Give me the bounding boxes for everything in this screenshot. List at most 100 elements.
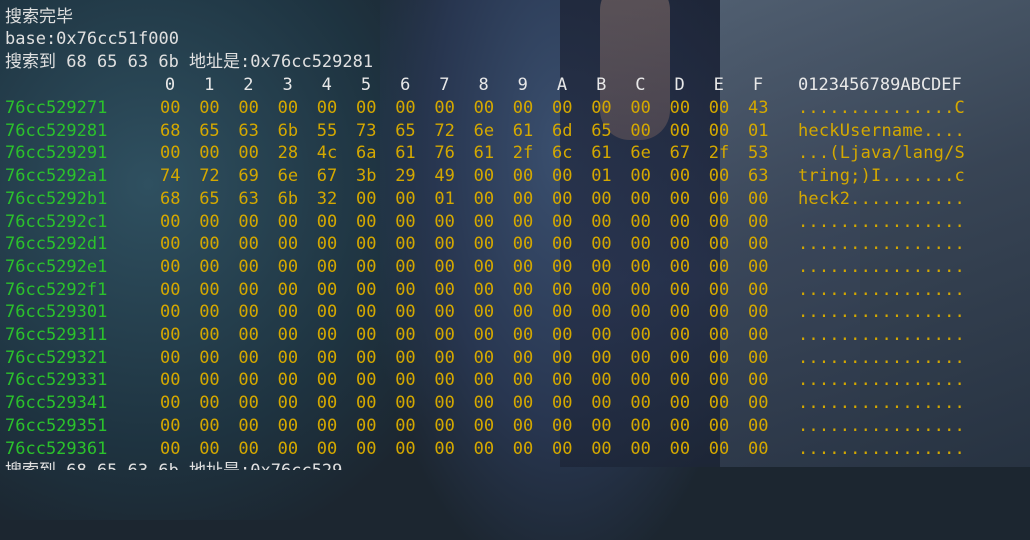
byte-value: 61 xyxy=(591,143,612,164)
byte-value: 00 xyxy=(238,347,259,368)
byte-value: 68 xyxy=(160,120,181,141)
byte-value: 00 xyxy=(277,98,299,118)
byte-value: 61 xyxy=(512,120,534,141)
byte-value: 00 xyxy=(356,279,377,300)
byte-value: 00 xyxy=(669,302,691,323)
hex-row: 76cc5292a1 74 72 69 6e 67 3b 29 49 00 00 00 01 00 00 00… xyxy=(0,165,1030,187)
byte-value: 00 xyxy=(395,438,416,459)
byte-value: 00 xyxy=(238,234,259,255)
byte-value: 00 xyxy=(356,188,377,209)
byte-value: 00 xyxy=(473,98,495,118)
byte-value: 00 xyxy=(552,256,573,277)
row-ascii: ................ xyxy=(798,393,965,414)
byte-value: 00 xyxy=(669,279,691,300)
hex-row: 76cc529301 00 00 00 00 00 00 00 00 00 00 00 00 00 00 00… xyxy=(0,301,1030,323)
byte-value: 00 xyxy=(708,120,730,141)
byte-value: 00 xyxy=(748,325,769,345)
column-header-3: 3 xyxy=(282,75,293,95)
byte-value: 00 xyxy=(591,415,612,436)
byte-value: 00 xyxy=(552,415,573,436)
byte-value: 00 xyxy=(434,438,455,459)
base-address-text: base:0x76cc51f000 xyxy=(5,29,179,49)
row-address: 76cc529331 xyxy=(5,370,108,391)
column-header-5: 5 xyxy=(360,75,372,95)
byte-value: 00 xyxy=(669,415,691,436)
hex-row: 76cc5292b1 68 65 63 6b 32 00 00 01 00 00 00 00 00 00 00… xyxy=(0,188,1030,210)
byte-value: 00 xyxy=(669,211,691,232)
byte-value: 00 xyxy=(356,393,377,414)
row-ascii: ................ xyxy=(798,370,965,391)
column-header-B: B xyxy=(596,75,607,95)
byte-value: 00 xyxy=(434,415,455,436)
byte-value: 00 xyxy=(748,347,769,368)
row-address: 76cc529311 xyxy=(5,325,108,345)
hex-row: 76cc529271 00 00 00 00 00 00 00 00 00 00 00 00 00 00 00… xyxy=(0,97,1030,119)
byte-value: 00 xyxy=(356,302,377,323)
byte-value: 67 xyxy=(316,166,338,187)
byte-value: 00 xyxy=(473,438,495,459)
byte-value: 00 xyxy=(199,347,220,368)
byte-value: 00 xyxy=(473,234,495,255)
column-header-4: 4 xyxy=(321,75,332,95)
byte-value: 49 xyxy=(434,166,455,187)
row-ascii: ................ xyxy=(798,415,965,436)
byte-value: 00 xyxy=(669,256,691,277)
column-header-D: D xyxy=(674,75,685,95)
byte-value: 00 xyxy=(630,325,651,345)
byte-value: 00 xyxy=(316,325,338,345)
byte-value: 00 xyxy=(748,256,769,277)
byte-value: 00 xyxy=(356,234,377,255)
byte-value: 00 xyxy=(512,302,534,323)
byte-value: 00 xyxy=(591,188,612,209)
byte-value: 00 xyxy=(199,302,220,323)
row-address: 76cc5292c1 xyxy=(5,211,108,232)
byte-value: 43 xyxy=(748,98,769,118)
byte-value: 28 xyxy=(277,143,299,164)
row-address: 76cc529301 xyxy=(5,302,108,323)
byte-value: 00 xyxy=(356,370,377,391)
byte-value: 00 xyxy=(434,325,455,345)
byte-value: 00 xyxy=(708,234,730,255)
hex-row: 76cc529331 00 00 00 00 00 00 00 00 00 00 00 00 00 00 00… xyxy=(0,369,1030,391)
byte-value: 00 xyxy=(434,98,455,118)
row-address: 76cc529341 xyxy=(5,393,108,414)
byte-value: 00 xyxy=(434,393,455,414)
byte-value: 00 xyxy=(552,188,573,209)
byte-value: 00 xyxy=(669,166,691,187)
byte-value: 00 xyxy=(199,279,220,300)
byte-value: 00 xyxy=(199,143,220,164)
byte-value: 4c xyxy=(316,143,338,164)
byte-value: 6a xyxy=(356,143,377,164)
row-address: 76cc5292e1 xyxy=(5,256,108,277)
byte-value: 00 xyxy=(356,256,377,277)
next-line-cutoff: 搜索到 68 65 63 6b 地址是:0x76cc529 xyxy=(5,460,342,470)
byte-value: 00 xyxy=(708,98,730,118)
byte-value: 3b xyxy=(356,166,377,187)
byte-value: 00 xyxy=(160,234,181,255)
byte-value: 00 xyxy=(630,120,651,141)
byte-value: 00 xyxy=(434,302,455,323)
byte-value: 00 xyxy=(748,302,769,323)
byte-value: 00 xyxy=(238,211,259,232)
byte-value: 76 xyxy=(434,143,455,164)
byte-value: 00 xyxy=(669,325,691,345)
byte-value: 00 xyxy=(669,120,691,141)
byte-value: 00 xyxy=(199,393,220,414)
byte-value: 00 xyxy=(512,325,534,345)
byte-value: 2f xyxy=(708,143,730,164)
byte-value: 00 xyxy=(669,347,691,368)
byte-value: 32 xyxy=(316,188,338,209)
byte-value: 00 xyxy=(160,347,181,368)
byte-value: 00 xyxy=(434,211,455,232)
hex-column-header: 0 1 2 3 4 5 6 7 8 9 A B C D E F 0123456789ABCDEF xyxy=(0,74,1030,96)
byte-value: 00 xyxy=(473,166,495,187)
row-ascii: heckUsername.... xyxy=(798,120,965,141)
byte-value: 63 xyxy=(238,188,259,209)
byte-value: 00 xyxy=(669,188,691,209)
row-address: 76cc5292a1 xyxy=(5,166,108,187)
byte-value: 00 xyxy=(395,98,416,118)
byte-value: 00 xyxy=(160,279,181,300)
byte-value: 00 xyxy=(199,234,220,255)
byte-value: 00 xyxy=(434,279,455,300)
byte-value: 00 xyxy=(669,370,691,391)
